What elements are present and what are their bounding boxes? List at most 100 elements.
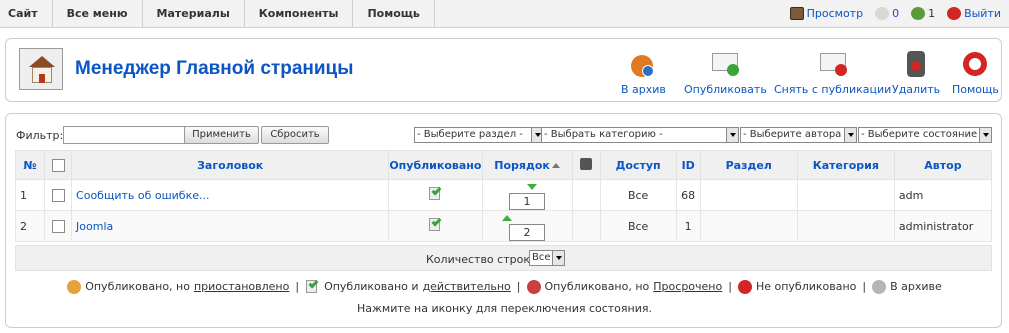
- unpublish-button[interactable]: Снять с публикации: [774, 49, 891, 97]
- row-title-link[interactable]: Сообщить об ошибке...: [76, 189, 209, 202]
- trash-icon: [901, 49, 931, 79]
- col-category[interactable]: Категория: [796, 150, 895, 180]
- published-icon[interactable]: [428, 216, 443, 232]
- publish-button[interactable]: Опубликовать: [684, 49, 767, 97]
- row-save-cell: [571, 210, 601, 242]
- row-title-cell: Joomla: [71, 210, 390, 242]
- logout-link[interactable]: Выйти: [947, 7, 1001, 20]
- legend-archived-label: В архиве: [890, 280, 942, 293]
- menu-help[interactable]: Помощь: [353, 0, 435, 27]
- toggle-hint: Нажмите на иконку для переключения состо…: [357, 302, 652, 315]
- col-select-all: [44, 150, 73, 180]
- publish-icon: [710, 49, 740, 79]
- col-access[interactable]: Доступ: [599, 150, 677, 180]
- published-icon[interactable]: [428, 185, 443, 201]
- row-checkbox[interactable]: [51, 219, 65, 233]
- row-id: 68: [675, 179, 701, 211]
- archive-button[interactable]: В архив: [621, 49, 666, 97]
- chevron-down-icon: [552, 251, 564, 265]
- legend-archived: В архиве: [872, 279, 942, 294]
- help-button[interactable]: Помощь: [952, 49, 999, 97]
- row-access[interactable]: Все: [599, 179, 677, 211]
- order-input[interactable]: 1: [509, 193, 546, 210]
- chevron-down-icon: [726, 128, 738, 142]
- preview-label: Просмотр: [806, 7, 864, 20]
- archive-label: В архив: [621, 83, 666, 96]
- top-menu-bar: Сайт Все меню Материалы Компоненты Помощ…: [0, 0, 1009, 28]
- col-section[interactable]: Раздел: [699, 150, 798, 180]
- main-box: Фильтр: Применить Сбросить - Выберите ра…: [5, 113, 1002, 328]
- chevron-down-icon: [844, 128, 856, 142]
- row-save-cell: [571, 179, 601, 211]
- reset-button[interactable]: Сбросить: [261, 126, 329, 144]
- row-section: [699, 179, 798, 211]
- legend-current-b: действительно: [422, 280, 511, 293]
- legend-sep: |: [862, 280, 867, 293]
- rows-count-select[interactable]: Все: [529, 250, 565, 266]
- unpublished-icon: [737, 279, 752, 294]
- row-num: 1: [14, 179, 46, 211]
- menu-all-menus[interactable]: Все меню: [53, 0, 143, 27]
- legend-pending: Опубликовано, но приостановлено: [67, 279, 290, 294]
- row-checkbox-cell: [44, 210, 73, 242]
- row-num: 2: [14, 210, 46, 242]
- menu-content[interactable]: Материалы: [143, 0, 245, 27]
- state-select[interactable]: - Выберите состояние -: [858, 127, 992, 143]
- help-label: Помощь: [952, 83, 999, 96]
- logout-label: Выйти: [964, 7, 1001, 20]
- section-select-value: - Выберите раздел -: [417, 129, 523, 140]
- col-order[interactable]: Порядок: [481, 150, 573, 180]
- unpublish-label: Снять с публикации: [774, 83, 892, 96]
- legend-unpublished: Не опубликовано: [737, 279, 857, 294]
- messages-link[interactable]: 0: [875, 7, 899, 20]
- legend-current-a: Опубликовано и: [324, 280, 419, 293]
- col-num: №: [14, 150, 46, 180]
- rows-count-value: Все: [532, 252, 551, 263]
- legend-unpublished-label: Не опубликовано: [755, 280, 857, 293]
- lifebuoy-icon: [960, 49, 990, 79]
- legend-expired: Опубликовано, но Просрочено: [526, 279, 723, 294]
- category-select[interactable]: - Выбрать категорию -: [541, 127, 739, 143]
- legend-expired-b: Просрочено: [653, 280, 723, 293]
- row-published-cell: [388, 210, 483, 242]
- filter-input[interactable]: [63, 126, 188, 144]
- order-input[interactable]: 2: [509, 224, 546, 241]
- table-row: 1 Сообщить об ошибке... 1 Все 68 adm: [14, 179, 993, 211]
- col-published[interactable]: Опубликовано: [388, 150, 483, 180]
- legend-sep: |: [295, 280, 300, 293]
- col-author[interactable]: Автор: [893, 150, 993, 180]
- row-order-arrows: 1: [481, 179, 573, 211]
- sort-asc-icon: [551, 163, 560, 168]
- unpublish-icon: [818, 49, 848, 79]
- delete-button[interactable]: Удалить: [892, 49, 940, 97]
- pending-icon: [67, 279, 82, 294]
- author-select[interactable]: - Выберите автора -: [740, 127, 857, 143]
- legend-current: Опубликовано и действительно: [305, 278, 511, 294]
- main-menu: Сайт Все меню Материалы Компоненты Помощ…: [0, 0, 435, 27]
- section-select[interactable]: - Выберите раздел -: [414, 127, 544, 143]
- rows-count-label: Количество строк:: [426, 253, 534, 266]
- col-id[interactable]: ID: [675, 150, 701, 180]
- pagination-footer: Количество строк: Все: [15, 245, 992, 271]
- row-access[interactable]: Все: [599, 210, 677, 242]
- col-title[interactable]: Заголовок: [71, 150, 390, 180]
- logout-icon: [947, 7, 962, 20]
- menu-site[interactable]: Сайт: [0, 0, 53, 27]
- move-up-icon[interactable]: [502, 215, 513, 221]
- select-all-checkbox[interactable]: [51, 158, 65, 172]
- apply-button[interactable]: Применить: [184, 126, 259, 144]
- legend-pending-b: приостановлено: [193, 280, 290, 293]
- chevron-down-icon: [979, 128, 991, 142]
- row-title-link[interactable]: Joomla: [76, 220, 113, 233]
- preview-link[interactable]: Просмотр: [789, 7, 864, 20]
- messages-icon: [875, 7, 890, 20]
- row-checkbox[interactable]: [51, 188, 65, 202]
- menu-components[interactable]: Компоненты: [245, 0, 354, 27]
- move-down-icon[interactable]: [527, 184, 538, 190]
- frontpage-icon: [19, 48, 63, 90]
- category-select-value: - Выбрать категорию -: [544, 129, 663, 140]
- save-order-icon[interactable]: [580, 157, 593, 170]
- legend-sep: |: [516, 280, 521, 293]
- messages-count: 0: [892, 7, 900, 20]
- row-checkbox-cell: [44, 179, 73, 211]
